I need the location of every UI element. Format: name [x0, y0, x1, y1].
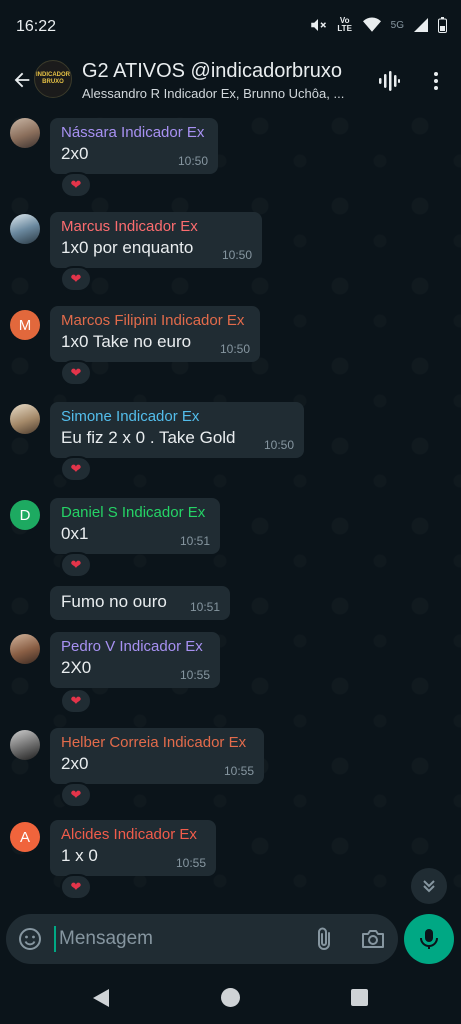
dot-icon: [434, 79, 438, 83]
nav-home-icon[interactable]: [221, 988, 240, 1007]
dot-icon: [434, 86, 438, 90]
dot-icon: [434, 72, 438, 76]
system-navigation-bar: [0, 972, 461, 1024]
message-time: 10:50: [263, 438, 294, 452]
status-icons: Vo LTE 5G: [309, 16, 447, 34]
group-members[interactable]: Alessandro R Indicador Ex, Brunno Uchôa,…: [82, 86, 367, 101]
volte-icon: Vo LTE: [337, 16, 352, 33]
avatar-letter: D: [19, 506, 31, 524]
chat-header: INDICADOR BRUXO G2 ATIVOS @indicadorbrux…: [0, 56, 461, 106]
microphone-button[interactable]: [404, 914, 454, 964]
arrow-left-icon: [14, 72, 30, 88]
message-time: 10:50: [219, 342, 250, 356]
reaction-badge[interactable]: ❤: [60, 266, 92, 292]
sender-avatar[interactable]: D: [10, 500, 40, 530]
avatar-letter: M: [18, 316, 32, 334]
reaction-badge[interactable]: ❤: [60, 552, 92, 578]
group-avatar[interactable]: INDICADOR BRUXO: [34, 60, 72, 98]
reaction-badge[interactable]: ❤: [60, 360, 92, 386]
heart-icon: ❤: [70, 879, 82, 894]
status-time: 16:22: [16, 18, 57, 35]
message-bubble[interactable]: Pedro V Indicador Ex 2X0 10:55: [50, 632, 220, 688]
sender-avatar[interactable]: [10, 634, 40, 664]
message-bubble[interactable]: Simone Indicador Ex Eu fiz 2 x 0 . Take …: [50, 402, 304, 458]
sender-name[interactable]: Helber Correia Indicador Ex: [61, 734, 254, 751]
group-title[interactable]: G2 ATIVOS @indicadorbruxo: [82, 60, 342, 83]
sender-name[interactable]: Daniel S Indicador Ex: [61, 504, 210, 521]
5g-signal-icon: 5G: [390, 19, 404, 31]
sender-name[interactable]: Marcos Filipini Indicador Ex: [61, 312, 250, 329]
sender-name[interactable]: Alcides Indicador Ex: [61, 826, 206, 843]
message-text: 1x0 por enquanto: [61, 238, 194, 257]
heart-icon: ❤: [70, 557, 82, 572]
heart-icon: ❤: [70, 177, 82, 192]
message-bubble[interactable]: Marcos Filipini Indicador Ex 1x0 Take no…: [50, 306, 260, 362]
avatar-letter: A: [19, 828, 30, 846]
more-options-button[interactable]: [426, 68, 446, 94]
reaction-badge[interactable]: ❤: [60, 172, 92, 198]
message-time: 10:50: [221, 248, 252, 262]
reaction-badge[interactable]: ❤: [60, 874, 92, 900]
double-chevron-down-icon: [423, 880, 435, 893]
sender-avatar[interactable]: [10, 214, 40, 244]
message-composer: [6, 914, 398, 964]
status-bar: 16:22 Vo LTE 5G: [0, 0, 461, 56]
message-text: 2x0: [61, 754, 89, 773]
sender-avatar[interactable]: [10, 730, 40, 760]
emoji-icon[interactable]: [18, 927, 42, 951]
message-bubble[interactable]: Helber Correia Indicador Ex 2x0 10:55: [50, 728, 264, 784]
message-input[interactable]: [54, 926, 294, 952]
sender-name[interactable]: Nássara Indicador Ex: [61, 124, 208, 141]
message-bubble[interactable]: Marcus Indicador Ex 1x0 por enquanto 10:…: [50, 212, 262, 268]
sender-name[interactable]: Marcus Indicador Ex: [61, 218, 252, 235]
message-bubble[interactable]: Alcides Indicador Ex 1 x 0 10:55: [50, 820, 216, 876]
heart-icon: ❤: [70, 787, 82, 802]
voice-chat-button[interactable]: [376, 68, 402, 94]
message-text: 1x0 Take no euro: [61, 332, 192, 351]
nav-recents-icon[interactable]: [351, 989, 368, 1006]
message-text: Eu fiz 2 x 0 . Take Gold: [61, 428, 236, 447]
back-button[interactable]: [8, 66, 36, 94]
message-text: Fumo no ouro: [61, 592, 167, 611]
message-text: 2x0: [61, 144, 89, 163]
scroll-to-bottom-button[interactable]: [411, 868, 447, 904]
reaction-badge[interactable]: ❤: [60, 456, 92, 482]
message-bubble[interactable]: Fumo no ouro 10:51: [50, 586, 230, 620]
reaction-badge[interactable]: ❤: [60, 782, 92, 808]
message-time: 10:51: [179, 534, 210, 548]
camera-icon[interactable]: [360, 927, 386, 951]
heart-icon: ❤: [70, 693, 82, 708]
message-time: 10:55: [179, 668, 210, 682]
heart-icon: ❤: [70, 461, 82, 476]
nav-back-icon[interactable]: [92, 988, 110, 1008]
message-text: 0x1: [61, 524, 89, 543]
heart-icon: ❤: [70, 271, 82, 286]
mute-icon: [310, 19, 326, 31]
message-bubble[interactable]: Nássara Indicador Ex 2x0 10:50: [50, 118, 218, 174]
wifi-icon: [362, 17, 381, 32]
heart-icon: ❤: [70, 365, 82, 380]
chat-area[interactable]: Nássara Indicador Ex 2x0 10:50 ❤ Marcus …: [0, 106, 461, 908]
sender-name[interactable]: Simone Indicador Ex: [61, 408, 294, 425]
message-time: 10:55: [223, 764, 254, 778]
group-avatar-logo: INDICADOR BRUXO: [36, 72, 70, 85]
audio-wave-icon: [379, 71, 400, 91]
battery-icon: [438, 17, 447, 33]
signal-icon: [414, 18, 428, 32]
message-bubble[interactable]: Daniel S Indicador Ex 0x1 10:51: [50, 498, 220, 554]
sender-avatar[interactable]: [10, 118, 40, 148]
message-time: 10:51: [189, 600, 220, 614]
message-text: 2X0: [61, 658, 92, 677]
message-text: 1 x 0: [61, 846, 98, 865]
paperclip-icon[interactable]: [312, 926, 336, 952]
message-time: 10:55: [175, 856, 206, 870]
sender-avatar[interactable]: M: [10, 310, 40, 340]
microphone-icon: [420, 929, 438, 949]
sender-name[interactable]: Pedro V Indicador Ex: [61, 638, 210, 655]
sender-avatar[interactable]: [10, 404, 40, 434]
sender-avatar[interactable]: A: [10, 822, 40, 852]
reaction-badge[interactable]: ❤: [60, 688, 92, 714]
message-time: 10:50: [177, 154, 208, 168]
